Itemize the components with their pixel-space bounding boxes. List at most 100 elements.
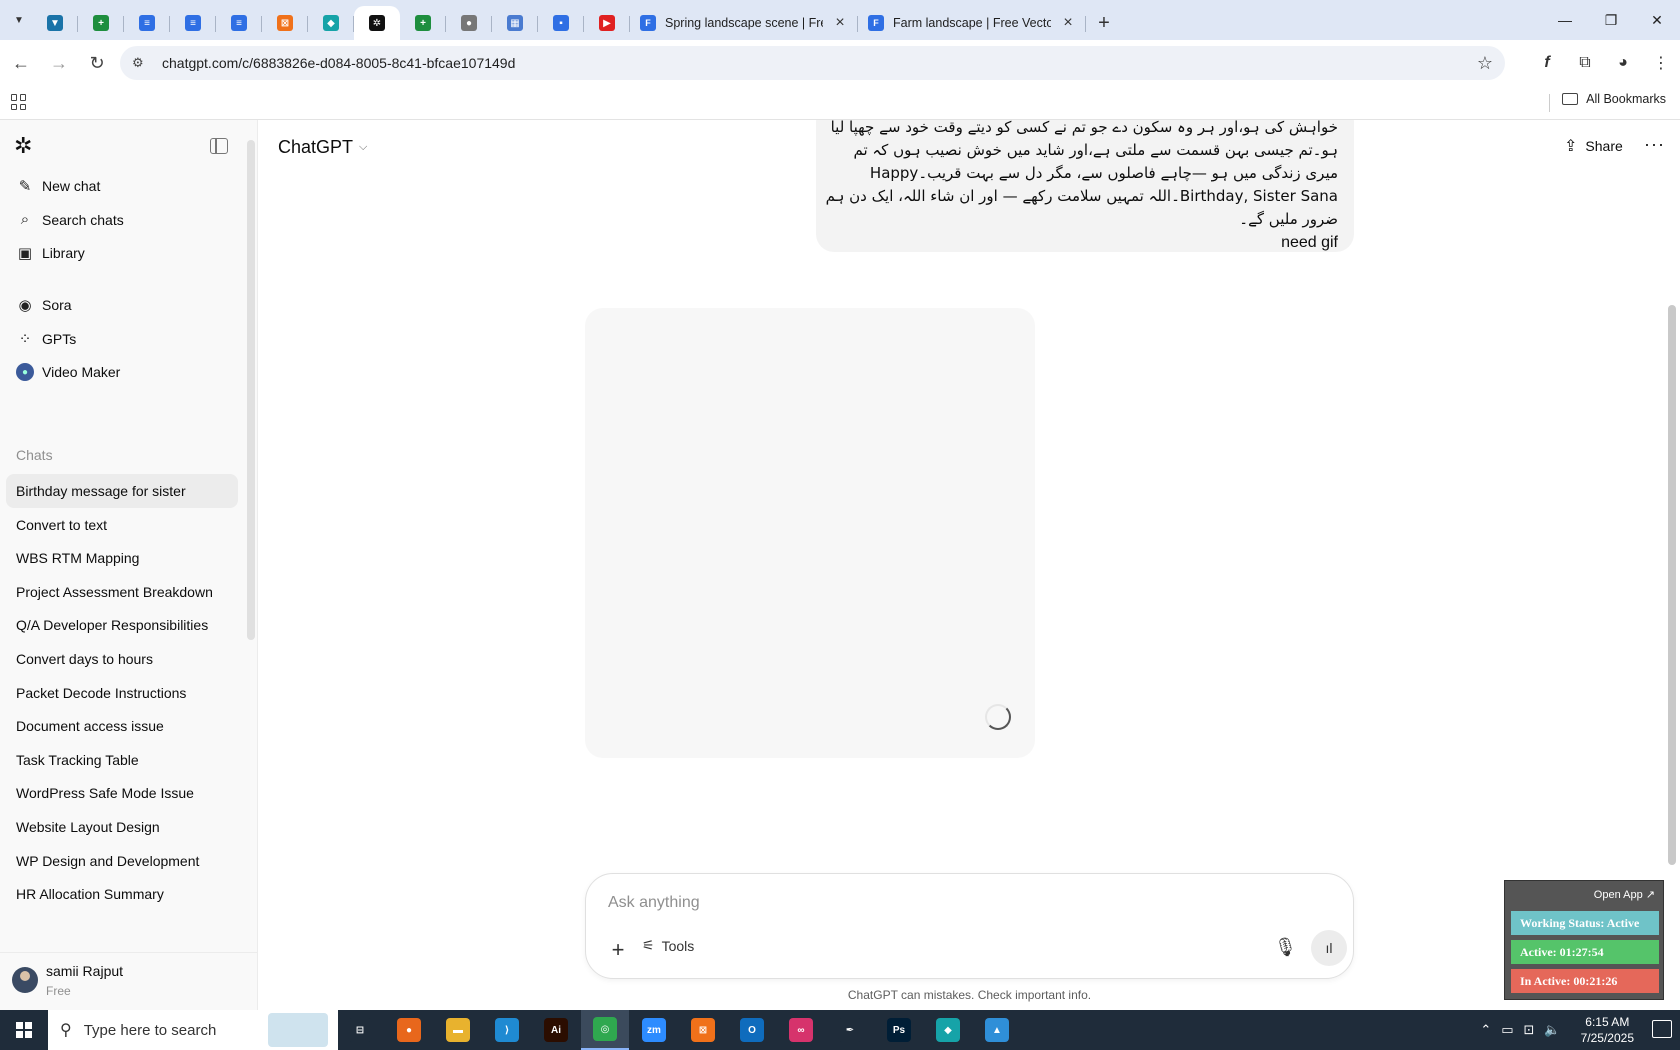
pinned-tab[interactable]: ▼ [32,6,78,40]
sidebar-item-gpts[interactable]: ⁘ GPTs [6,322,238,356]
clock[interactable]: 6:15 AM 7/25/2025 [1581,1014,1634,1046]
avatar[interactable] [12,967,38,993]
taskbar-app[interactable]: ∞ [777,1010,825,1050]
taskbar-app[interactable]: ▲ [973,1010,1021,1050]
taskbar-app[interactable]: ◆ [924,1010,972,1050]
font-extension-icon[interactable]: f [1528,46,1566,80]
pinned-tab[interactable]: ⊠ [262,6,308,40]
chevron-up-icon[interactable]: ⌃ [1480,1022,1491,1038]
pinned-tab[interactable]: + [78,6,124,40]
all-bookmarks-label: All Bookmarks [1586,92,1666,106]
user-message-line: ہو۔تم جیسی بہن قسمت سے ملتی ہے،اور شاید … [853,141,1338,159]
voice-mode-button[interactable]: ıl [1311,930,1347,966]
restore-button[interactable]: ❐ [1588,0,1634,40]
sidebar-item-library[interactable]: ▣ Library [6,236,238,270]
chatgpt-icon: ✲ [369,15,385,31]
browser-tab[interactable]: F Farm landscape | Free Vector × [858,6,1086,40]
volume-icon[interactable]: 🔈 [1544,1022,1560,1038]
prompt-input[interactable]: Ask anything [608,894,700,912]
chat-history-item[interactable]: Q/A Developer Responsibilities [6,608,238,642]
pinned-tab[interactable]: ≡ [170,6,216,40]
add-attachment-button[interactable]: + [604,936,632,964]
chat-history-item[interactable]: WordPress Safe Mode Issue [6,776,238,810]
tools-icon: ⚟ [642,937,655,953]
taskbar-app[interactable]: Ps [875,1010,923,1050]
sidebar-item-video-maker[interactable]: ● Video Maker [6,355,238,389]
pinned-tab[interactable]: + [400,6,446,40]
profile-avatar[interactable]: ◕ [1604,46,1642,80]
taskbar-app[interactable]: ⊠ [679,1010,727,1050]
tools-button[interactable]: ⚟ Tools [642,937,694,954]
pinned-tab[interactable]: ≡ [216,6,262,40]
browser-tab[interactable]: F Spring landscape scene | Free V × [630,6,858,40]
close-window-button[interactable]: ✕ [1634,0,1680,40]
sidebar-scrollbar[interactable] [247,140,255,640]
taskbar-app[interactable]: ▬ [434,1010,482,1050]
minimize-button[interactable]: — [1542,0,1588,40]
more-options-icon[interactable]: ··· [1644,134,1665,155]
taskbar-app[interactable]: O [728,1010,776,1050]
reload-button[interactable]: ↻ [80,46,114,80]
pinned-tab[interactable]: ✲ [354,6,400,40]
all-bookmarks-button[interactable]: All Bookmarks [1562,92,1666,106]
taskbar-app[interactable]: ⟩ [483,1010,531,1050]
taskbar-app[interactable]: ◎ [581,1010,629,1050]
forward-button[interactable]: → [42,46,76,80]
back-button[interactable]: ← [4,46,38,80]
address-bar[interactable]: ⚙ chatgpt.com/c/6883826e-d084-8005-8c41-… [120,46,1505,80]
chat-history-item[interactable]: Project Assessment Breakdown [6,575,238,609]
user-message-line: Birthday, Sister Sana۔اللہ تمہیں سلامت ر… [825,187,1338,205]
taskbar-app[interactable]: ✒ [826,1010,874,1050]
pinned-tab[interactable]: ▦ [492,6,538,40]
tab-search-button[interactable]: ▼ [6,7,32,33]
pinned-tab[interactable]: ◆ [308,6,354,40]
share-button[interactable]: ⇪ Share [1564,136,1623,156]
extensions-icon[interactable]: ⧉ [1566,46,1604,80]
taskbar-app[interactable]: ⊟ [336,1010,384,1050]
taskbar-app[interactable]: Ai [532,1010,580,1050]
app-icon: ◆ [323,15,339,31]
sidebar-item-search-chats[interactable]: ⌕ Search chats [6,203,238,237]
chat-history-item[interactable]: Website Layout Design [6,810,238,844]
chatgpt-logo-icon[interactable]: ✲ [14,134,38,158]
user-profile[interactable]: samii Rajput Free [0,952,257,1010]
open-app-link[interactable]: Open App ↗ [1594,888,1655,901]
freepik-icon: F [868,15,884,31]
sidebar-toggle-icon[interactable] [210,138,228,154]
notifications-icon[interactable] [1652,1020,1672,1038]
model-selector[interactable]: ChatGPT ⌵ [278,137,368,158]
url-text[interactable]: chatgpt.com/c/6883826e-d084-8005-8c41-bf… [162,55,515,71]
chat-history-item[interactable]: HR Allocation Summary [6,877,238,911]
pinned-tab[interactable]: ▶ [584,6,630,40]
chat-history-item[interactable]: Document access issue [6,709,238,743]
chat-history-item[interactable]: Birthday message for sister [6,474,238,508]
browser-toolbar: ← → ↻ ⚙ chatgpt.com/c/6883826e-d084-8005… [0,40,1680,86]
sidebar-item-sora[interactable]: ◉ Sora [6,288,238,322]
chat-history-item[interactable]: Task Tracking Table [6,743,238,777]
taskbar-app[interactable]: ● [385,1010,433,1050]
bookmark-star-icon[interactable]: ☆ [1477,53,1493,74]
close-tab-icon[interactable]: × [832,14,848,32]
close-tab-icon[interactable]: × [1060,14,1076,32]
chat-history-item[interactable]: Packet Decode Instructions [6,676,238,710]
clock-date: 7/25/2025 [1580,1031,1634,1045]
apps-grid-icon[interactable] [11,94,27,110]
chat-history-item[interactable]: WBS RTM Mapping [6,541,238,575]
search-icon: ⌕ [20,211,30,228]
chat-history-item[interactable]: Convert to text [6,508,238,542]
pinned-tab[interactable]: ● [446,6,492,40]
chat-history-item[interactable]: WP Design and Development [6,844,238,878]
browser-menu-icon[interactable]: ⋮ [1642,46,1680,80]
sidebar-item-new-chat[interactable]: ✎ New chat [6,169,238,203]
main-scrollbar[interactable] [1668,305,1676,865]
chat-history-item[interactable]: Convert days to hours [6,642,238,676]
microphone-icon[interactable]: 🎙 [1274,937,1297,958]
network-icon[interactable]: ⊡ [1524,1022,1535,1038]
site-info-icon[interactable]: ⚙ [132,55,152,71]
pinned-tab[interactable]: ▪ [538,6,584,40]
pinned-tab[interactable]: ≡ [124,6,170,40]
display-icon[interactable]: ▭ [1501,1022,1513,1038]
taskbar-app[interactable]: zm [630,1010,678,1050]
new-tab-button[interactable]: + [1090,9,1118,37]
start-button[interactable] [0,1010,48,1050]
